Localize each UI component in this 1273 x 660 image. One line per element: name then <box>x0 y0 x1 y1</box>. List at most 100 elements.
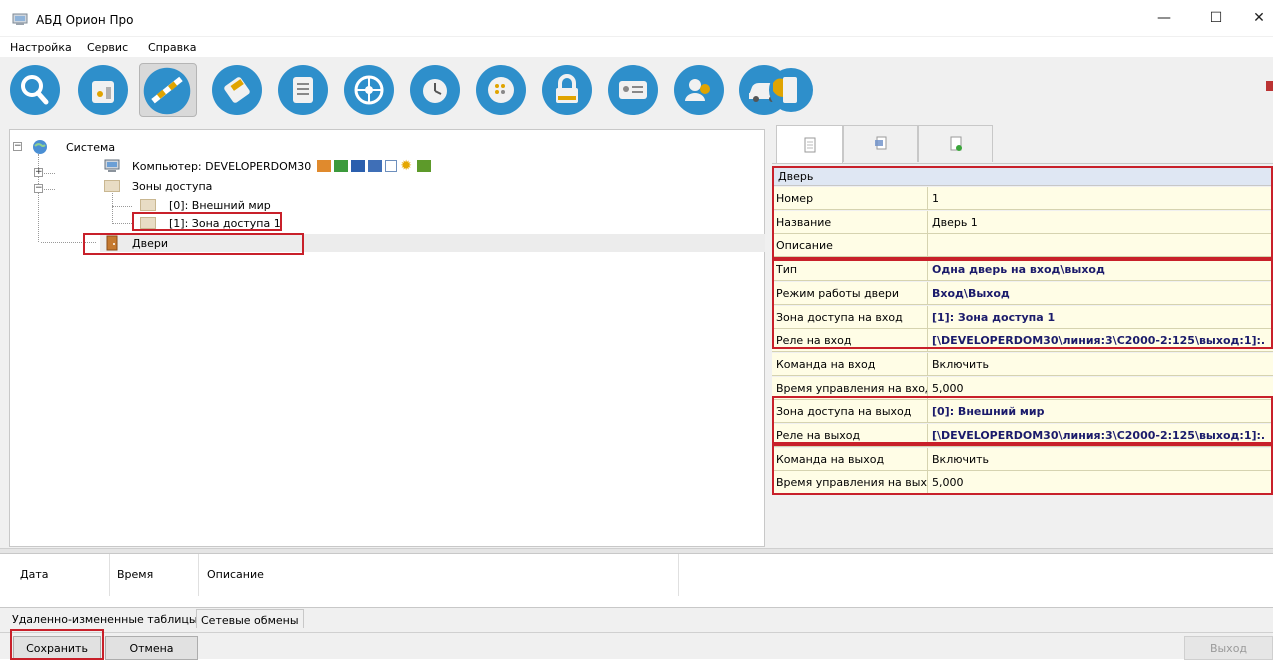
minimize-button[interactable]: — <box>1141 0 1187 36</box>
tab-properties[interactable] <box>776 125 843 164</box>
property-key: Описание <box>776 239 833 253</box>
property-row[interactable]: Номер 1 <box>772 187 1273 210</box>
property-value[interactable]: Включить <box>927 352 1273 375</box>
property-row[interactable]: Режим работы двери Вход\Выход <box>772 281 1273 305</box>
property-row[interactable]: Команда на вход Включить <box>772 352 1273 376</box>
property-value[interactable]: Одна дверь на вход\выход <box>927 258 1273 281</box>
property-value[interactable]: Включить <box>927 447 1273 470</box>
sun-icon: ✹ <box>400 158 412 174</box>
property-row[interactable]: Зона доступа на выход [0]: Внешний мир <box>772 400 1273 424</box>
computer-modules-icons: ✹ <box>317 158 432 174</box>
property-row[interactable]: Описание <box>772 234 1273 258</box>
tb-list-button[interactable] <box>276 63 330 117</box>
property-value[interactable]: 1 <box>927 187 1273 209</box>
close-button[interactable]: ✕ <box>1245 0 1273 36</box>
keypad-icon <box>476 65 526 115</box>
property-value[interactable]: [0]: Внешний мир <box>927 400 1273 423</box>
property-row[interactable]: Зона доступа на вход [1]: Зона доступа 1 <box>772 305 1273 329</box>
tree-zones-expander[interactable]: − <box>34 184 43 193</box>
menu-help[interactable]: Справка <box>148 41 196 54</box>
property-value[interactable]: [1]: Зона доступа 1 <box>927 305 1273 328</box>
tb-schedule-button[interactable] <box>408 63 462 117</box>
door-key-icon <box>769 68 813 112</box>
property-row[interactable]: Время управления на вход 5,000 <box>772 376 1273 400</box>
access-key-icon <box>212 65 262 115</box>
log-col-description[interactable]: Описание <box>199 554 679 596</box>
menu-bar: Настройка Сервис Справка <box>0 37 1273 57</box>
property-key: Тип <box>776 263 798 277</box>
module-navy-icon <box>368 160 383 172</box>
property-row[interactable]: Реле на вход [\DEVELOPERDOM30\линия:3\С20… <box>772 329 1273 353</box>
tb-gate-button[interactable] <box>139 63 197 117</box>
property-category-header: Дверь <box>772 166 1273 186</box>
tree-item-system[interactable]: Система <box>32 138 115 156</box>
tree-label-doors: Двери <box>132 236 168 250</box>
tb-keypad-button[interactable] <box>474 63 528 117</box>
tree-item-zone0[interactable]: [0]: Внешний мир <box>140 196 271 214</box>
tree-item-zone1[interactable]: [1]: Зона доступа 1 <box>140 214 281 232</box>
property-grid: Дверь Номер 1 Название Дверь 1 Описание Тип Од… <box>772 163 1273 548</box>
property-key: Название <box>776 215 832 229</box>
tree-item-computer[interactable]: Компьютер: DEVELOPERDOM30 ✹ <box>104 157 432 175</box>
property-key: Время управления на вых... <box>776 476 928 490</box>
tree-item-doors[interactable]: Двери <box>105 234 168 252</box>
property-key: Команда на вход <box>776 357 876 371</box>
zone-icon <box>140 199 156 211</box>
document-icon <box>385 160 398 172</box>
property-row[interactable]: Команда на выход Включить <box>772 447 1273 471</box>
tab-remote-changes[interactable]: Удаленно-измененные таблицы <box>8 609 202 628</box>
tree-computer-expander[interactable]: + <box>34 168 43 177</box>
exit-button[interactable]: Выход <box>1184 636 1273 660</box>
tb-cards-button[interactable] <box>606 63 660 117</box>
tb-lock-button[interactable] <box>540 63 594 117</box>
alarm-clock-icon <box>410 65 460 115</box>
property-value[interactable]: Вход\Выход <box>927 281 1273 304</box>
property-key: Зона доступа на вход <box>776 310 903 324</box>
log-col-date[interactable]: Дата <box>0 554 110 596</box>
bottom-tabs: Удаленно-измененные таблицы Сетевые обме… <box>0 608 1273 628</box>
door-icon <box>106 235 118 251</box>
tab-links[interactable] <box>843 125 918 162</box>
property-value[interactable]: [\DEVELOPERDOM30\линия:3\С2000-2:125\вых… <box>927 329 1273 352</box>
tree-root-expander[interactable]: − <box>13 142 22 151</box>
property-value[interactable]: Дверь 1 <box>927 210 1273 233</box>
tab-add[interactable] <box>918 125 993 162</box>
server-icon <box>417 160 432 172</box>
property-key: Реле на выход <box>776 429 861 442</box>
linked-pages-icon <box>874 136 886 150</box>
save-button[interactable]: Сохранить <box>13 636 101 660</box>
module-green-icon <box>334 160 349 172</box>
wheel-icon <box>344 65 394 115</box>
tb-search-button[interactable] <box>8 63 62 117</box>
cancel-button[interactable]: Отмена <box>105 636 198 660</box>
id-card-icon <box>608 65 658 115</box>
property-value[interactable] <box>927 234 1273 257</box>
tab-network-exchange[interactable]: Сетевые обмены <box>196 609 304 628</box>
tree-item-zones[interactable]: Зоны доступа <box>104 177 212 195</box>
property-key: Реле на вход <box>776 334 852 348</box>
tb-keys-button[interactable] <box>210 63 264 117</box>
property-row[interactable]: Реле на выход [\DEVELOPERDOM30\линия:3\С2… <box>772 424 1273 447</box>
property-key: Зона доступа на выход <box>776 405 912 419</box>
menu-service[interactable]: Сервис <box>87 41 128 54</box>
module-blue-icon <box>351 160 366 172</box>
tb-devices-button[interactable] <box>76 63 130 117</box>
window-title: АБД Орион Про <box>36 13 134 27</box>
users-icon <box>674 65 724 115</box>
property-value[interactable]: 5,000 <box>927 376 1273 399</box>
property-row[interactable]: Время управления на вых... 5,000 <box>772 471 1273 495</box>
tb-users-button[interactable] <box>672 63 726 117</box>
property-row[interactable]: Тип Одна дверь на вход\выход <box>772 258 1273 282</box>
tb-doors-button[interactable] <box>764 63 813 117</box>
property-key: Время управления на вход <box>776 381 928 395</box>
menu-settings[interactable]: Настройка <box>10 41 72 54</box>
property-key: Команда на выход <box>776 452 885 466</box>
maximize-button[interactable]: ☐ <box>1193 0 1239 36</box>
barrier-gate-icon <box>143 67 191 115</box>
toolbar-overflow-icon[interactable] <box>1266 81 1273 91</box>
log-col-time[interactable]: Время <box>110 554 199 596</box>
property-value[interactable]: [\DEVELOPERDOM30\линия:3\С2000-2:125\вых… <box>927 424 1273 446</box>
property-value[interactable]: 5,000 <box>927 471 1273 494</box>
tb-wheel-button[interactable] <box>342 63 396 117</box>
property-row[interactable]: Название Дверь 1 <box>772 210 1273 234</box>
